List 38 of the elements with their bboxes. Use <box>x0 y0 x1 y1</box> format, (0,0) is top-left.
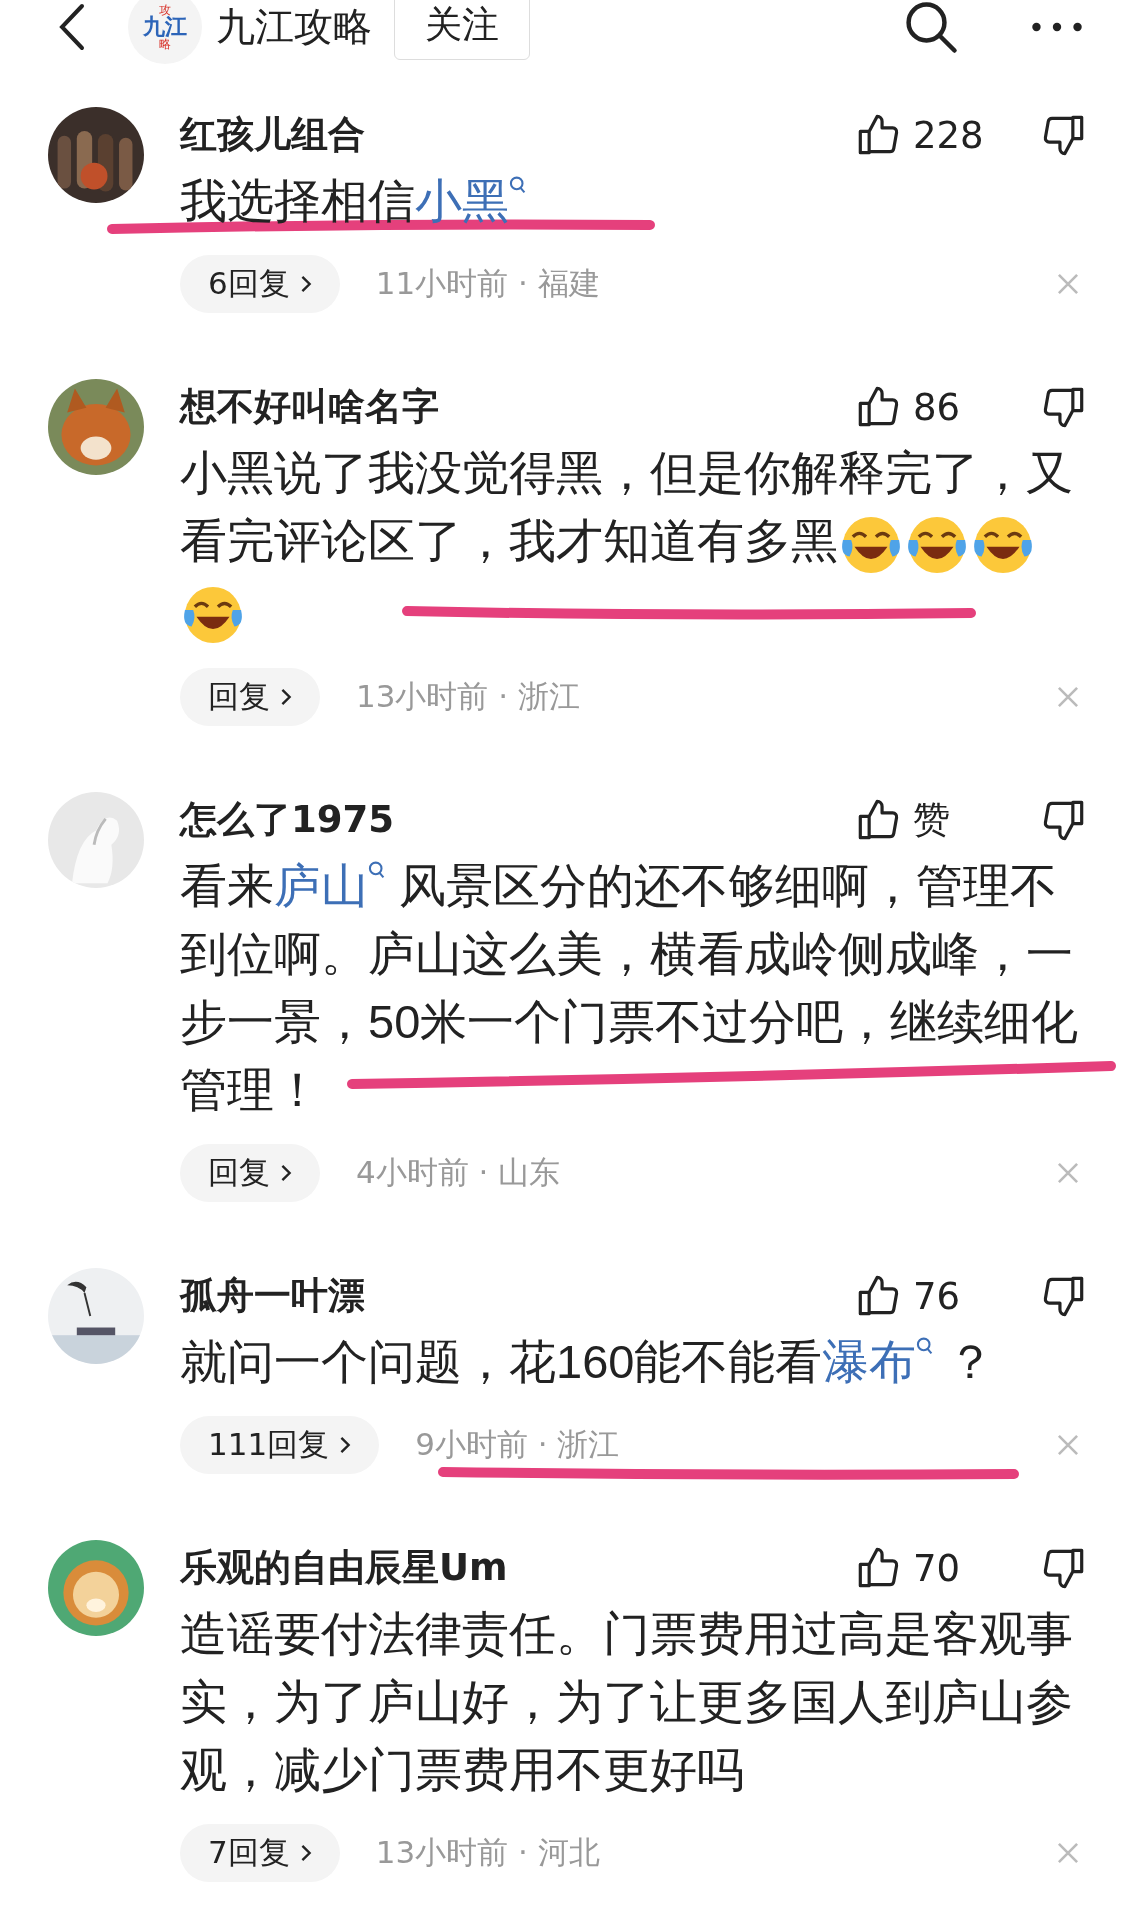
keyword-link[interactable]: 瀑布 <box>822 1335 935 1389</box>
keyword-link[interactable]: 庐山 <box>274 859 386 913</box>
user-name[interactable]: 怎么了1975 <box>180 795 855 846</box>
logo: 攻 九江 略 <box>128 0 202 64</box>
replies-button[interactable]: 6回复 <box>180 255 340 313</box>
user-name[interactable]: 乐观的自由辰星Um <box>180 1543 855 1594</box>
keyword-link[interactable]: 小黑 <box>415 174 527 227</box>
like-count: 86 <box>913 385 962 429</box>
like-count: 赞 <box>913 797 951 844</box>
chevron-right-icon <box>280 1163 292 1184</box>
user-name[interactable]: 想不好叫啥名字 <box>180 382 855 432</box>
like-count: 70 <box>913 1546 962 1590</box>
chevron-right-icon <box>299 1843 312 1864</box>
comment-text: 我选择相信小黑 <box>180 167 1095 235</box>
replies-button[interactable]: 111回复 <box>180 1416 380 1475</box>
chevron-right-icon <box>299 274 312 294</box>
comment-text: 造谣要付法律责任。门票费用过高是客观事实，为了庐山好，为了让更多国人到庐山参观，减少门票费用不更好吗 <box>180 1606 1074 1799</box>
chevron-right-icon <box>280 687 292 708</box>
time-location: 11小时前 · 福建 <box>375 264 600 303</box>
more-icon[interactable] <box>1029 21 1085 33</box>
user-name[interactable]: 孤舟一叶漂 <box>180 1271 855 1322</box>
chevron-right-icon <box>339 1435 352 1456</box>
time-location: 4小时前 · 山东 <box>356 1153 561 1193</box>
time-location: 9小时前 · 浙江 <box>415 1425 620 1465</box>
replies-button[interactable]: 7回复 <box>180 1824 340 1883</box>
comment-text: 看来庐山 风景区分的还不够细啊，管理不到位啊。庐山这么美，横看成岭侧成峰，一步一景，50米一个门票不过分吧，继续细化管理！ <box>180 858 1080 1119</box>
search-icon[interactable] <box>903 0 959 55</box>
comment-text: 就问一个问题，花160能不能看瀑布 ？ <box>180 1334 996 1391</box>
time-location: 13小时前 · 河北 <box>375 1833 600 1873</box>
user-name[interactable]: 红孩儿组合 <box>180 110 855 160</box>
like-count: 228 <box>913 113 985 157</box>
replies-button[interactable]: 回复 <box>180 668 320 727</box>
replies-button[interactable]: 回复 <box>180 1144 320 1203</box>
like-count: 76 <box>913 1274 962 1318</box>
account-name[interactable]: 九江攻略 <box>216 0 372 54</box>
comment-text: 小黑说了我没觉得黑，但是你解释完了，又看完评论区了，我才知道有多黑 <box>180 439 1095 649</box>
follow-button[interactable]: 关注 <box>394 0 530 60</box>
time-location: 13小时前 · 浙江 <box>356 677 580 717</box>
